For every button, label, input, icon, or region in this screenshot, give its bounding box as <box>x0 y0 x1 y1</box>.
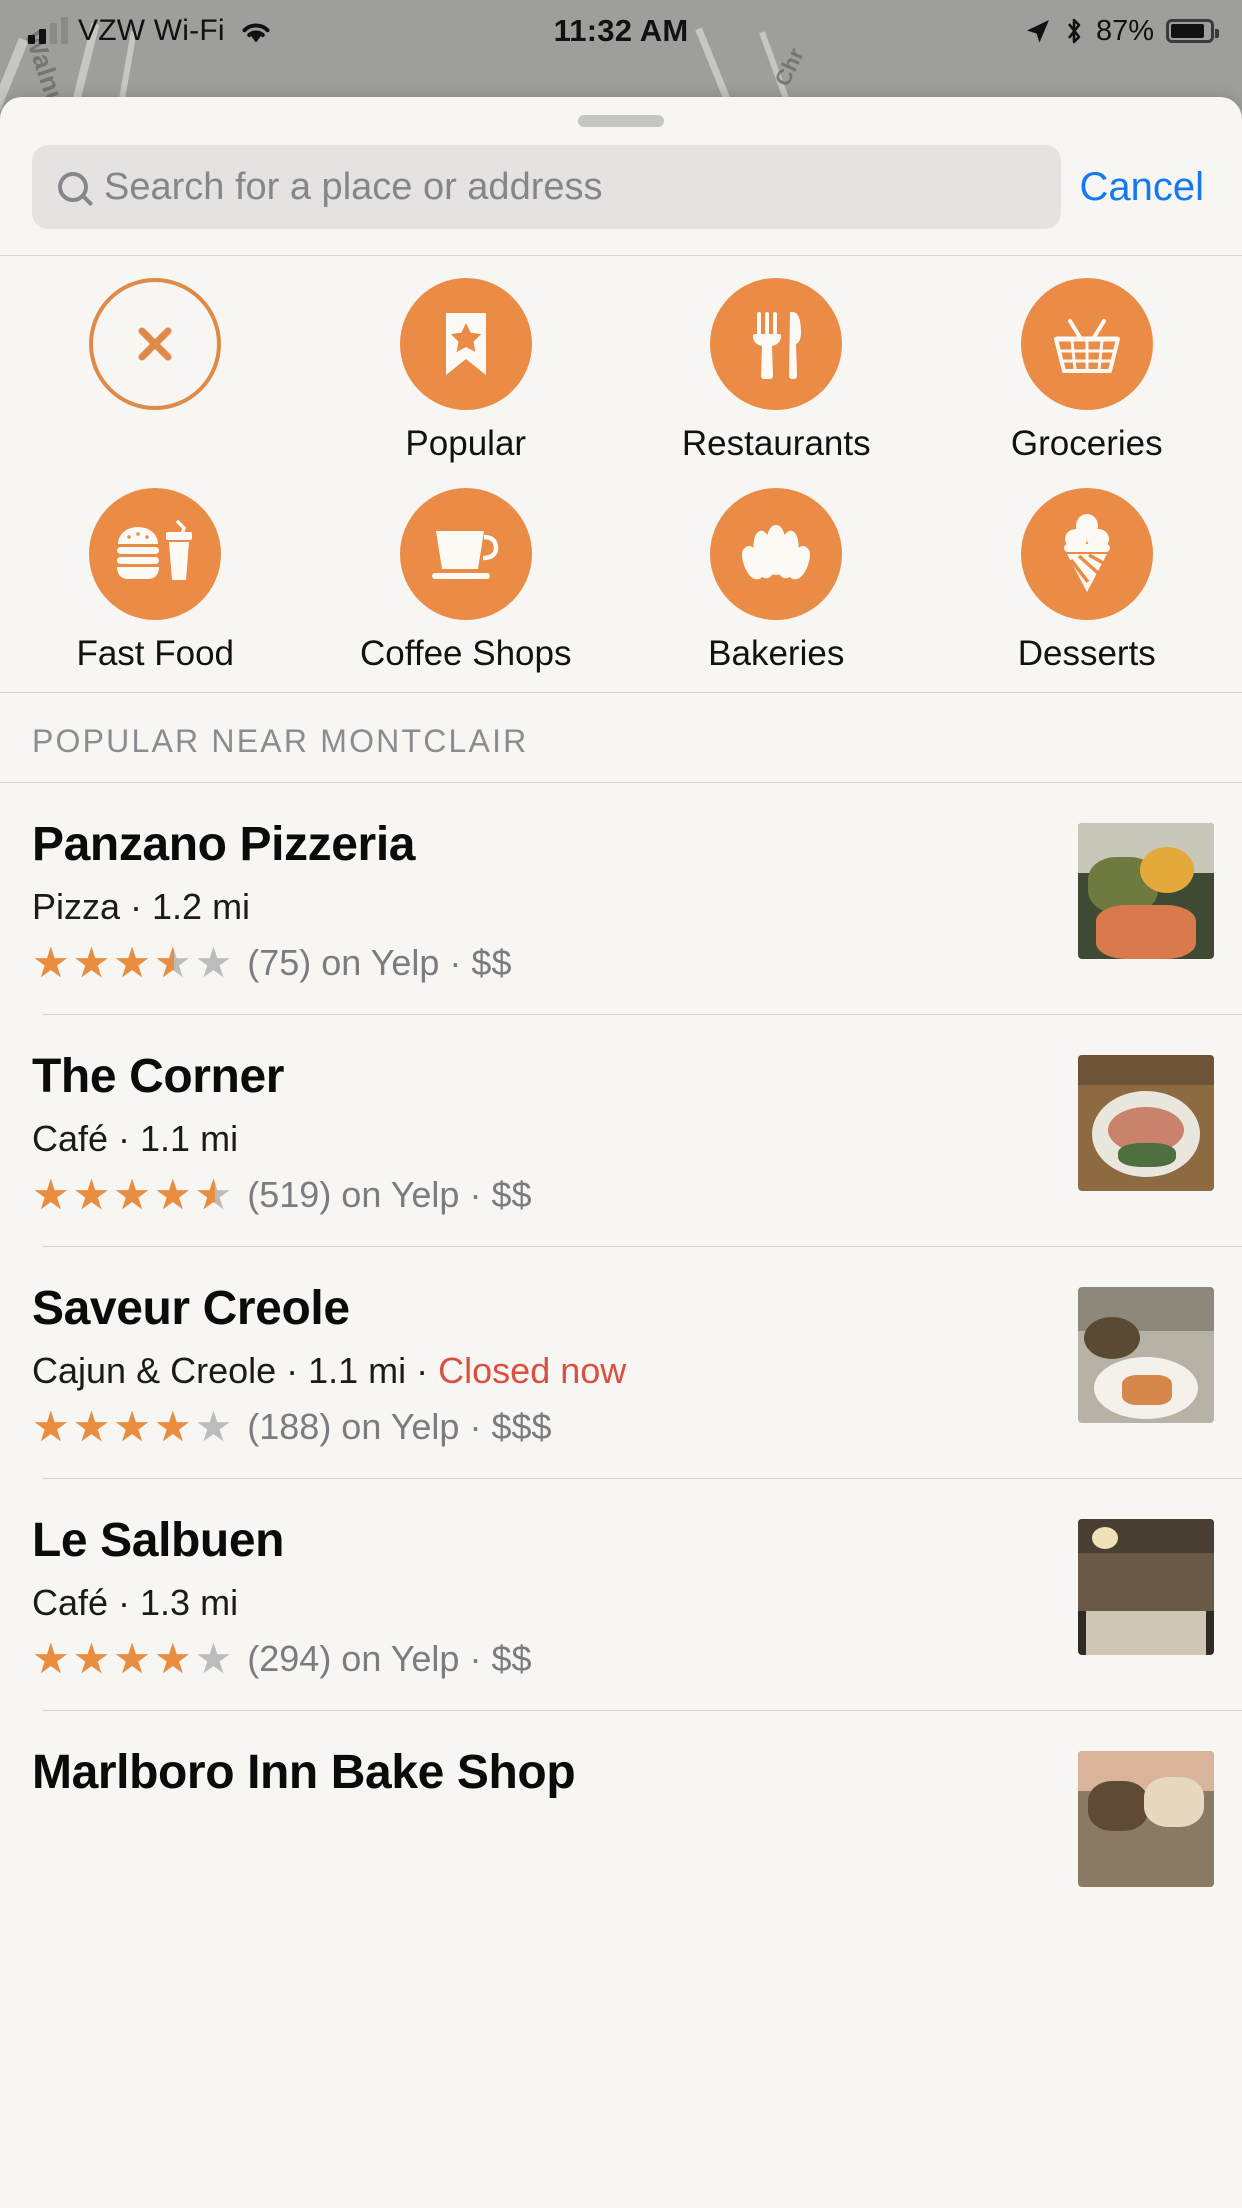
listing-title: Marlboro Inn Bake Shop <box>32 1746 576 1799</box>
category-label: Fast Food <box>76 634 235 673</box>
listing-rating-row: ★★★★★★★★★★ (188) on Yelp · $$$ <box>32 1406 1058 1448</box>
search-input[interactable]: Search for a place or address <box>32 145 1062 229</box>
ice-cream-cone-icon <box>1020 488 1153 620</box>
category-row-1: Popular Restaurants Groceries <box>0 278 1242 474</box>
listing-thumbnail[interactable] <box>1078 1287 1214 1423</box>
status-bar: VZW Wi-Fi 11:32 AM 87% <box>0 0 1242 62</box>
listing-thumbnail[interactable] <box>1078 823 1214 959</box>
list-item[interactable]: Marlboro Inn Bake Shop <box>0 1711 1242 1887</box>
section-header: POPULAR NEAR MONTCLAIR <box>0 693 1242 782</box>
search-icon <box>58 172 88 202</box>
listing-title: Saveur Creole <box>32 1282 350 1335</box>
category-label: Restaurants <box>681 424 871 463</box>
listing-text: Le Salbuen Café · 1.3 mi ★★★★★★★★★★ (294… <box>32 1513 1058 1680</box>
search-placeholder-label: Search for a place or address <box>104 165 603 208</box>
category-desserts[interactable]: Desserts <box>932 488 1242 684</box>
bluetooth-icon <box>1064 16 1084 46</box>
location-arrow-icon <box>1024 17 1052 45</box>
shopping-basket-icon <box>1020 278 1153 410</box>
listing-meta-text: Cajun & Creole · 1.1 mi · <box>32 1350 439 1391</box>
category-groceries[interactable]: Groceries <box>932 278 1242 474</box>
star-rating: ★★★★★★★★★★ <box>32 939 236 986</box>
coffee-cup-icon <box>399 488 532 620</box>
category-label: Groceries <box>1010 424 1163 463</box>
category-fast-food[interactable]: Fast Food <box>0 488 311 684</box>
sheet-grabber-handle[interactable] <box>578 115 664 127</box>
listing-text: Saveur Creole Cajun & Creole · 1.1 mi · … <box>32 1281 1058 1448</box>
listing-meta-text: Café · 1.1 mi <box>32 1118 239 1159</box>
category-close[interactable] <box>0 278 311 474</box>
search-sheet: Search for a place or address Cancel Pop… <box>0 97 1242 2208</box>
category-row-2: Fast Food Coffee Shops Bakeries Desserts <box>0 488 1242 684</box>
listing-text: Panzano Pizzeria Pizza · 1.2 mi ★★★★★ ★★★… <box>32 817 1058 984</box>
listing-meta-text: Café · 1.3 mi <box>32 1582 239 1623</box>
star-rating: ★★★★★★★★★★ <box>32 1635 236 1682</box>
list-item[interactable]: Le Salbuen Café · 1.3 mi ★★★★★★★★★★ (294… <box>0 1479 1242 1710</box>
category-coffee-shops[interactable]: Coffee Shops <box>311 488 622 684</box>
list-item[interactable]: Panzano Pizzeria Pizza · 1.2 mi ★★★★★ ★★★… <box>0 783 1242 1014</box>
category-popular[interactable]: Popular <box>311 278 622 474</box>
listing-rating-row: ★★★★★★★★★★ (294) on Yelp · $$ <box>32 1638 1058 1680</box>
listing-thumbnail[interactable] <box>1078 1519 1214 1655</box>
close-circle-icon <box>89 278 222 410</box>
bookmark-star-icon <box>399 278 532 410</box>
listing-meta-text: Pizza · 1.2 mi <box>32 886 251 927</box>
list-item[interactable]: The Corner Café · 1.1 mi ★★★★★★★★★★ (519… <box>0 1015 1242 1246</box>
category-grid: Popular Restaurants Groceries Fast Food … <box>0 256 1242 692</box>
category-label: Bakeries <box>708 634 845 673</box>
listing-thumbnail[interactable] <box>1078 1055 1214 1191</box>
listing-meta: Cajun & Creole · 1.1 mi · Closed now <box>32 1350 1058 1392</box>
listing-reviews: (519) on Yelp · $$ <box>247 1174 532 1215</box>
status-bar-right: 87% <box>1024 14 1219 48</box>
category-label: Popular <box>405 424 527 463</box>
star-rating: ★★★★★★★★★★ <box>32 1171 236 1218</box>
listing-title: Panzano Pizzeria <box>32 818 416 871</box>
star-rating: ★★★★★★★★★★ <box>32 1403 236 1450</box>
listing-title: The Corner <box>32 1050 285 1103</box>
listing-rating-row: ★★★★★★★★★★ (75) on Yelp · $$ <box>32 942 1058 984</box>
burger-drink-icon <box>89 488 222 620</box>
listing-meta: Pizza · 1.2 mi <box>32 886 1058 928</box>
category-bakeries[interactable]: Bakeries <box>621 488 932 684</box>
fork-knife-icon <box>710 278 843 410</box>
listing-reviews: (188) on Yelp · $$$ <box>247 1406 552 1447</box>
listing-meta: Café · 1.3 mi <box>32 1582 1058 1624</box>
cancel-button[interactable]: Cancel <box>1079 165 1210 210</box>
category-label: Coffee Shops <box>360 634 572 673</box>
listing-thumbnail[interactable] <box>1078 1751 1214 1887</box>
list-item[interactable]: Saveur Creole Cajun & Creole · 1.1 mi · … <box>0 1247 1242 1478</box>
battery-percent-label: 87% <box>1095 14 1154 47</box>
status-badge: Closed now <box>438 1350 627 1391</box>
category-restaurants[interactable]: Restaurants <box>621 278 932 474</box>
croissant-icon <box>710 488 843 620</box>
listing-meta: Café · 1.1 mi <box>32 1118 1058 1160</box>
listing-reviews: (294) on Yelp · $$ <box>247 1638 532 1679</box>
listing-text: Marlboro Inn Bake Shop <box>32 1745 1058 1800</box>
listing-rating-row: ★★★★★★★★★★ (519) on Yelp · $$ <box>32 1174 1058 1216</box>
listing-reviews: (75) on Yelp · $$ <box>247 942 512 983</box>
listing-text: The Corner Café · 1.1 mi ★★★★★★★★★★ (519… <box>32 1049 1058 1216</box>
category-label: Desserts <box>1017 634 1156 673</box>
search-bar-row: Search for a place or address Cancel <box>0 127 1242 255</box>
listing-results: Panzano Pizzeria Pizza · 1.2 mi ★★★★★ ★★★… <box>0 783 1242 1887</box>
battery-icon <box>1166 19 1219 43</box>
listing-title: Le Salbuen <box>32 1514 285 1567</box>
